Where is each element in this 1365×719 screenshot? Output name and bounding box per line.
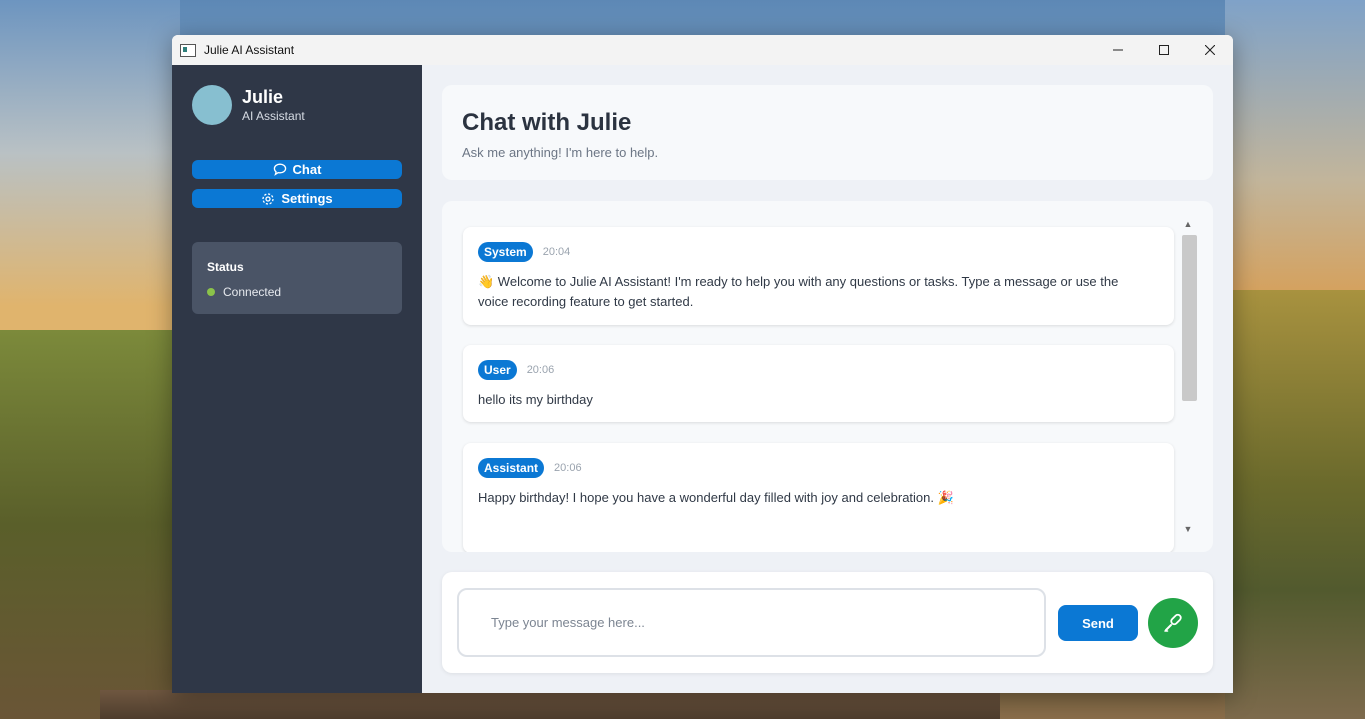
sidebar: Julie AI Assistant Chat Settings Status (172, 65, 422, 693)
sender-badge: System (478, 242, 533, 262)
page-title: Chat with Julie (462, 109, 632, 136)
assistant-name: Julie (242, 87, 284, 107)
microphone-icon (1164, 613, 1182, 632)
app-icon (180, 43, 196, 57)
desktop-wallpaper-hill-right (1225, 290, 1365, 719)
sender-badge: Assistant (478, 458, 545, 478)
chat-messages-panel[interactable]: System 20:04 👋 Welcome to Julie AI Assis… (442, 201, 1213, 552)
message-time: 20:06 (554, 462, 582, 474)
maximize-button[interactable] (1141, 35, 1187, 65)
scroll-thumb[interactable] (1182, 235, 1197, 401)
maximize-icon (1159, 45, 1169, 55)
chat-scrollbar[interactable]: ▲ ▼ (1180, 217, 1197, 536)
send-button[interactable]: Send (1058, 605, 1138, 641)
status-card: Status Connected (192, 242, 402, 314)
close-icon (1205, 45, 1215, 55)
chat-bubble-icon (273, 163, 287, 176)
message-time: 20:04 (542, 246, 571, 258)
desktop-wallpaper-deck (100, 690, 1000, 719)
nav-settings-label: Settings (281, 191, 333, 206)
status-value: Connected (223, 285, 282, 299)
window-controls (1095, 35, 1233, 65)
close-button[interactable] (1187, 35, 1233, 65)
message-input[interactable] (457, 588, 1046, 657)
gear-icon (261, 192, 275, 206)
scroll-down-arrow-icon[interactable]: ▼ (1180, 522, 1196, 536)
app-window: Julie AI Assistant Julie AI Assistant Ch… (172, 35, 1233, 693)
chat-header: Chat with Julie Ask me anything! I'm her… (442, 85, 1213, 180)
scroll-up-arrow-icon[interactable]: ▲ (1180, 217, 1196, 231)
message-text: Happy birthday! I hope you have a wonder… (478, 490, 954, 505)
desktop-wallpaper-left (0, 0, 180, 340)
message-system: System 20:04 👋 Welcome to Julie AI Assis… (463, 227, 1174, 325)
main-panel: Chat with Julie Ask me anything! I'm her… (422, 65, 1233, 693)
message-text: hello its my birthday (478, 392, 593, 407)
avatar (192, 85, 232, 125)
message-assistant: Assistant 20:06 Happy birthday! I hope y… (463, 443, 1174, 552)
message-user: User 20:06 hello its my birthday (463, 345, 1174, 422)
status-indicator-dot (207, 288, 215, 296)
composer: Send (442, 572, 1213, 673)
desktop-wallpaper-hill-left (0, 330, 180, 719)
window-title: Julie AI Assistant (204, 43, 295, 57)
desktop-wallpaper-right (1225, 0, 1365, 300)
status-heading: Status (207, 260, 244, 274)
title-bar[interactable]: Julie AI Assistant (172, 35, 1233, 66)
page-subtitle: Ask me anything! I'm here to help. (462, 145, 659, 160)
assistant-role: AI Assistant (242, 109, 305, 123)
voice-record-button[interactable] (1148, 598, 1198, 648)
message-text: 👋 Welcome to Julie AI Assistant! I'm rea… (478, 274, 1119, 309)
minimize-icon (1113, 49, 1123, 51)
minimize-button[interactable] (1095, 35, 1141, 65)
sender-badge: User (478, 360, 517, 380)
nav-settings-button[interactable]: Settings (192, 189, 402, 208)
nav-chat-button[interactable]: Chat (192, 160, 402, 179)
profile: Julie AI Assistant (192, 85, 305, 125)
message-time: 20:06 (526, 364, 555, 376)
nav-chat-label: Chat (292, 162, 322, 177)
